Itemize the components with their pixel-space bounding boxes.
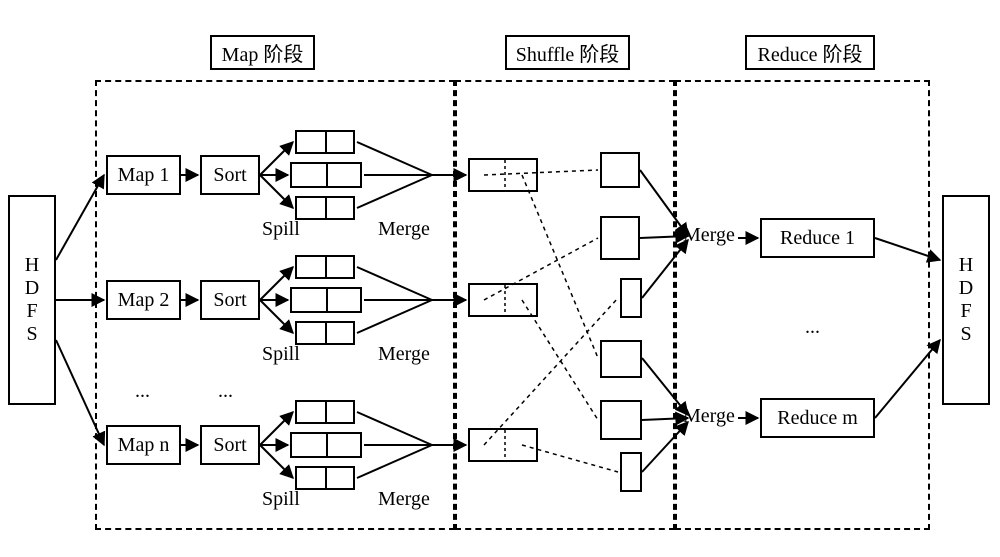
reduce-phase-box [675, 80, 930, 530]
shuffle-in-1 [468, 158, 538, 192]
map-2: Map 2 [106, 280, 181, 320]
spill-label-1: Spill [262, 218, 300, 241]
hdfs-input: H D F S [8, 195, 56, 405]
spill-label-3: Spill [262, 488, 300, 511]
hdfs-input-label: H [25, 254, 39, 277]
shuffle-phase-title: Shuffle 阶段 [505, 35, 630, 70]
spill-1b [290, 162, 362, 188]
diagram-canvas: H D F S Map 阶段 Shuffle 阶段 Reduce 阶段 Map … [0, 0, 1000, 557]
reduce-merge-bot: Merge [683, 405, 735, 428]
spill-3b [290, 432, 362, 458]
sort-ellipsis: ... [218, 380, 233, 403]
hdfs-output: H D F S [942, 195, 990, 405]
spill-2c [295, 321, 355, 345]
merge-label-2: Merge [378, 343, 430, 366]
shuffle-out-5 [600, 400, 642, 440]
reduce-merge-top: Merge [683, 224, 735, 247]
shuffle-out-1 [600, 152, 640, 188]
shuffle-out-4 [600, 340, 642, 378]
spill-3c [295, 466, 355, 490]
merge-label-1: Merge [378, 218, 430, 241]
shuffle-out-6 [620, 452, 642, 492]
spill-label-2: Spill [262, 343, 300, 366]
shuffle-in-3 [468, 428, 538, 462]
spill-2b [290, 287, 362, 313]
map-ellipsis: ... [135, 380, 150, 403]
hdfs-output-label: H [959, 254, 973, 277]
shuffle-out-2 [600, 216, 640, 260]
spill-2a [295, 255, 355, 279]
merge-label-3: Merge [378, 488, 430, 511]
spill-1a [295, 130, 355, 154]
map-1: Map 1 [106, 155, 181, 195]
spill-3a [295, 400, 355, 424]
map-phase-title: Map 阶段 [210, 35, 315, 70]
reduce-ellipsis: ... [805, 316, 820, 339]
sort-2: Sort [200, 280, 260, 320]
shuffle-out-3 [620, 278, 642, 318]
spill-1c [295, 196, 355, 220]
reduce-1: Reduce 1 [760, 218, 875, 258]
sort-3: Sort [200, 425, 260, 465]
shuffle-in-2 [468, 283, 538, 317]
reduce-m: Reduce m [760, 398, 875, 438]
sort-1: Sort [200, 155, 260, 195]
map-n: Map n [106, 425, 181, 465]
reduce-phase-title: Reduce 阶段 [745, 35, 875, 70]
